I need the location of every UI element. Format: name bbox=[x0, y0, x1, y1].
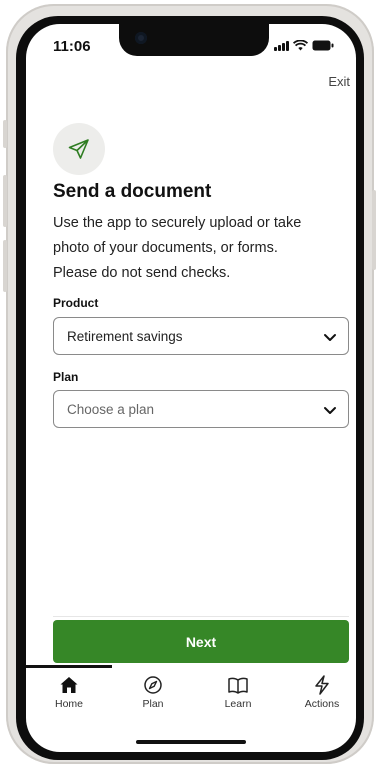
bottom-tab-bar: Home Plan Learn Actions bbox=[26, 669, 356, 717]
book-icon bbox=[228, 677, 248, 694]
home-indicator bbox=[136, 740, 246, 744]
plan-label: Plan bbox=[53, 370, 79, 384]
plan-select[interactable]: Choose a plan bbox=[53, 390, 349, 428]
product-label: Product bbox=[53, 296, 99, 310]
product-select-value: Retirement savings bbox=[67, 328, 183, 344]
tab-label: Actions bbox=[304, 698, 340, 710]
divider bbox=[53, 616, 349, 617]
app-screen: 11:06 Exit Send a document Use the app t… bbox=[26, 24, 356, 752]
status-icons bbox=[274, 40, 334, 51]
page-description: Use the app to securely upload or take p… bbox=[53, 215, 302, 256]
exit-button[interactable]: Exit bbox=[328, 74, 350, 89]
plan-select-placeholder: Choose a plan bbox=[67, 401, 155, 417]
side-button bbox=[372, 190, 376, 270]
tab-learn[interactable]: Learn bbox=[208, 675, 268, 710]
side-button bbox=[3, 120, 7, 148]
page-title: Send a document bbox=[53, 181, 212, 202]
status-time: 11:06 bbox=[53, 38, 91, 55]
wifi-icon bbox=[293, 40, 308, 51]
product-select[interactable]: Retirement savings bbox=[53, 317, 349, 355]
tab-home[interactable]: Home bbox=[39, 675, 99, 710]
chevron-down-icon bbox=[324, 407, 336, 414]
tab-actions[interactable]: Actions bbox=[292, 675, 352, 710]
side-button bbox=[3, 240, 7, 292]
notch bbox=[119, 24, 269, 56]
send-document-badge bbox=[53, 123, 105, 175]
chevron-down-icon bbox=[324, 334, 336, 341]
next-button[interactable]: Next bbox=[53, 620, 349, 663]
compass-icon bbox=[144, 676, 162, 694]
bolt-icon bbox=[315, 675, 329, 695]
tab-label: Home bbox=[54, 698, 83, 710]
front-camera bbox=[135, 32, 147, 44]
signal-icon bbox=[274, 41, 289, 51]
home-icon bbox=[60, 677, 78, 693]
tab-plan[interactable]: Plan bbox=[123, 675, 183, 710]
active-tab-indicator bbox=[26, 665, 112, 668]
paper-plane-icon bbox=[68, 139, 89, 159]
page-note: Please do not send checks. bbox=[53, 265, 231, 281]
battery-icon bbox=[312, 40, 334, 51]
tab-label: Learn bbox=[224, 698, 252, 710]
tab-label: Plan bbox=[142, 698, 164, 710]
side-button bbox=[3, 175, 7, 227]
